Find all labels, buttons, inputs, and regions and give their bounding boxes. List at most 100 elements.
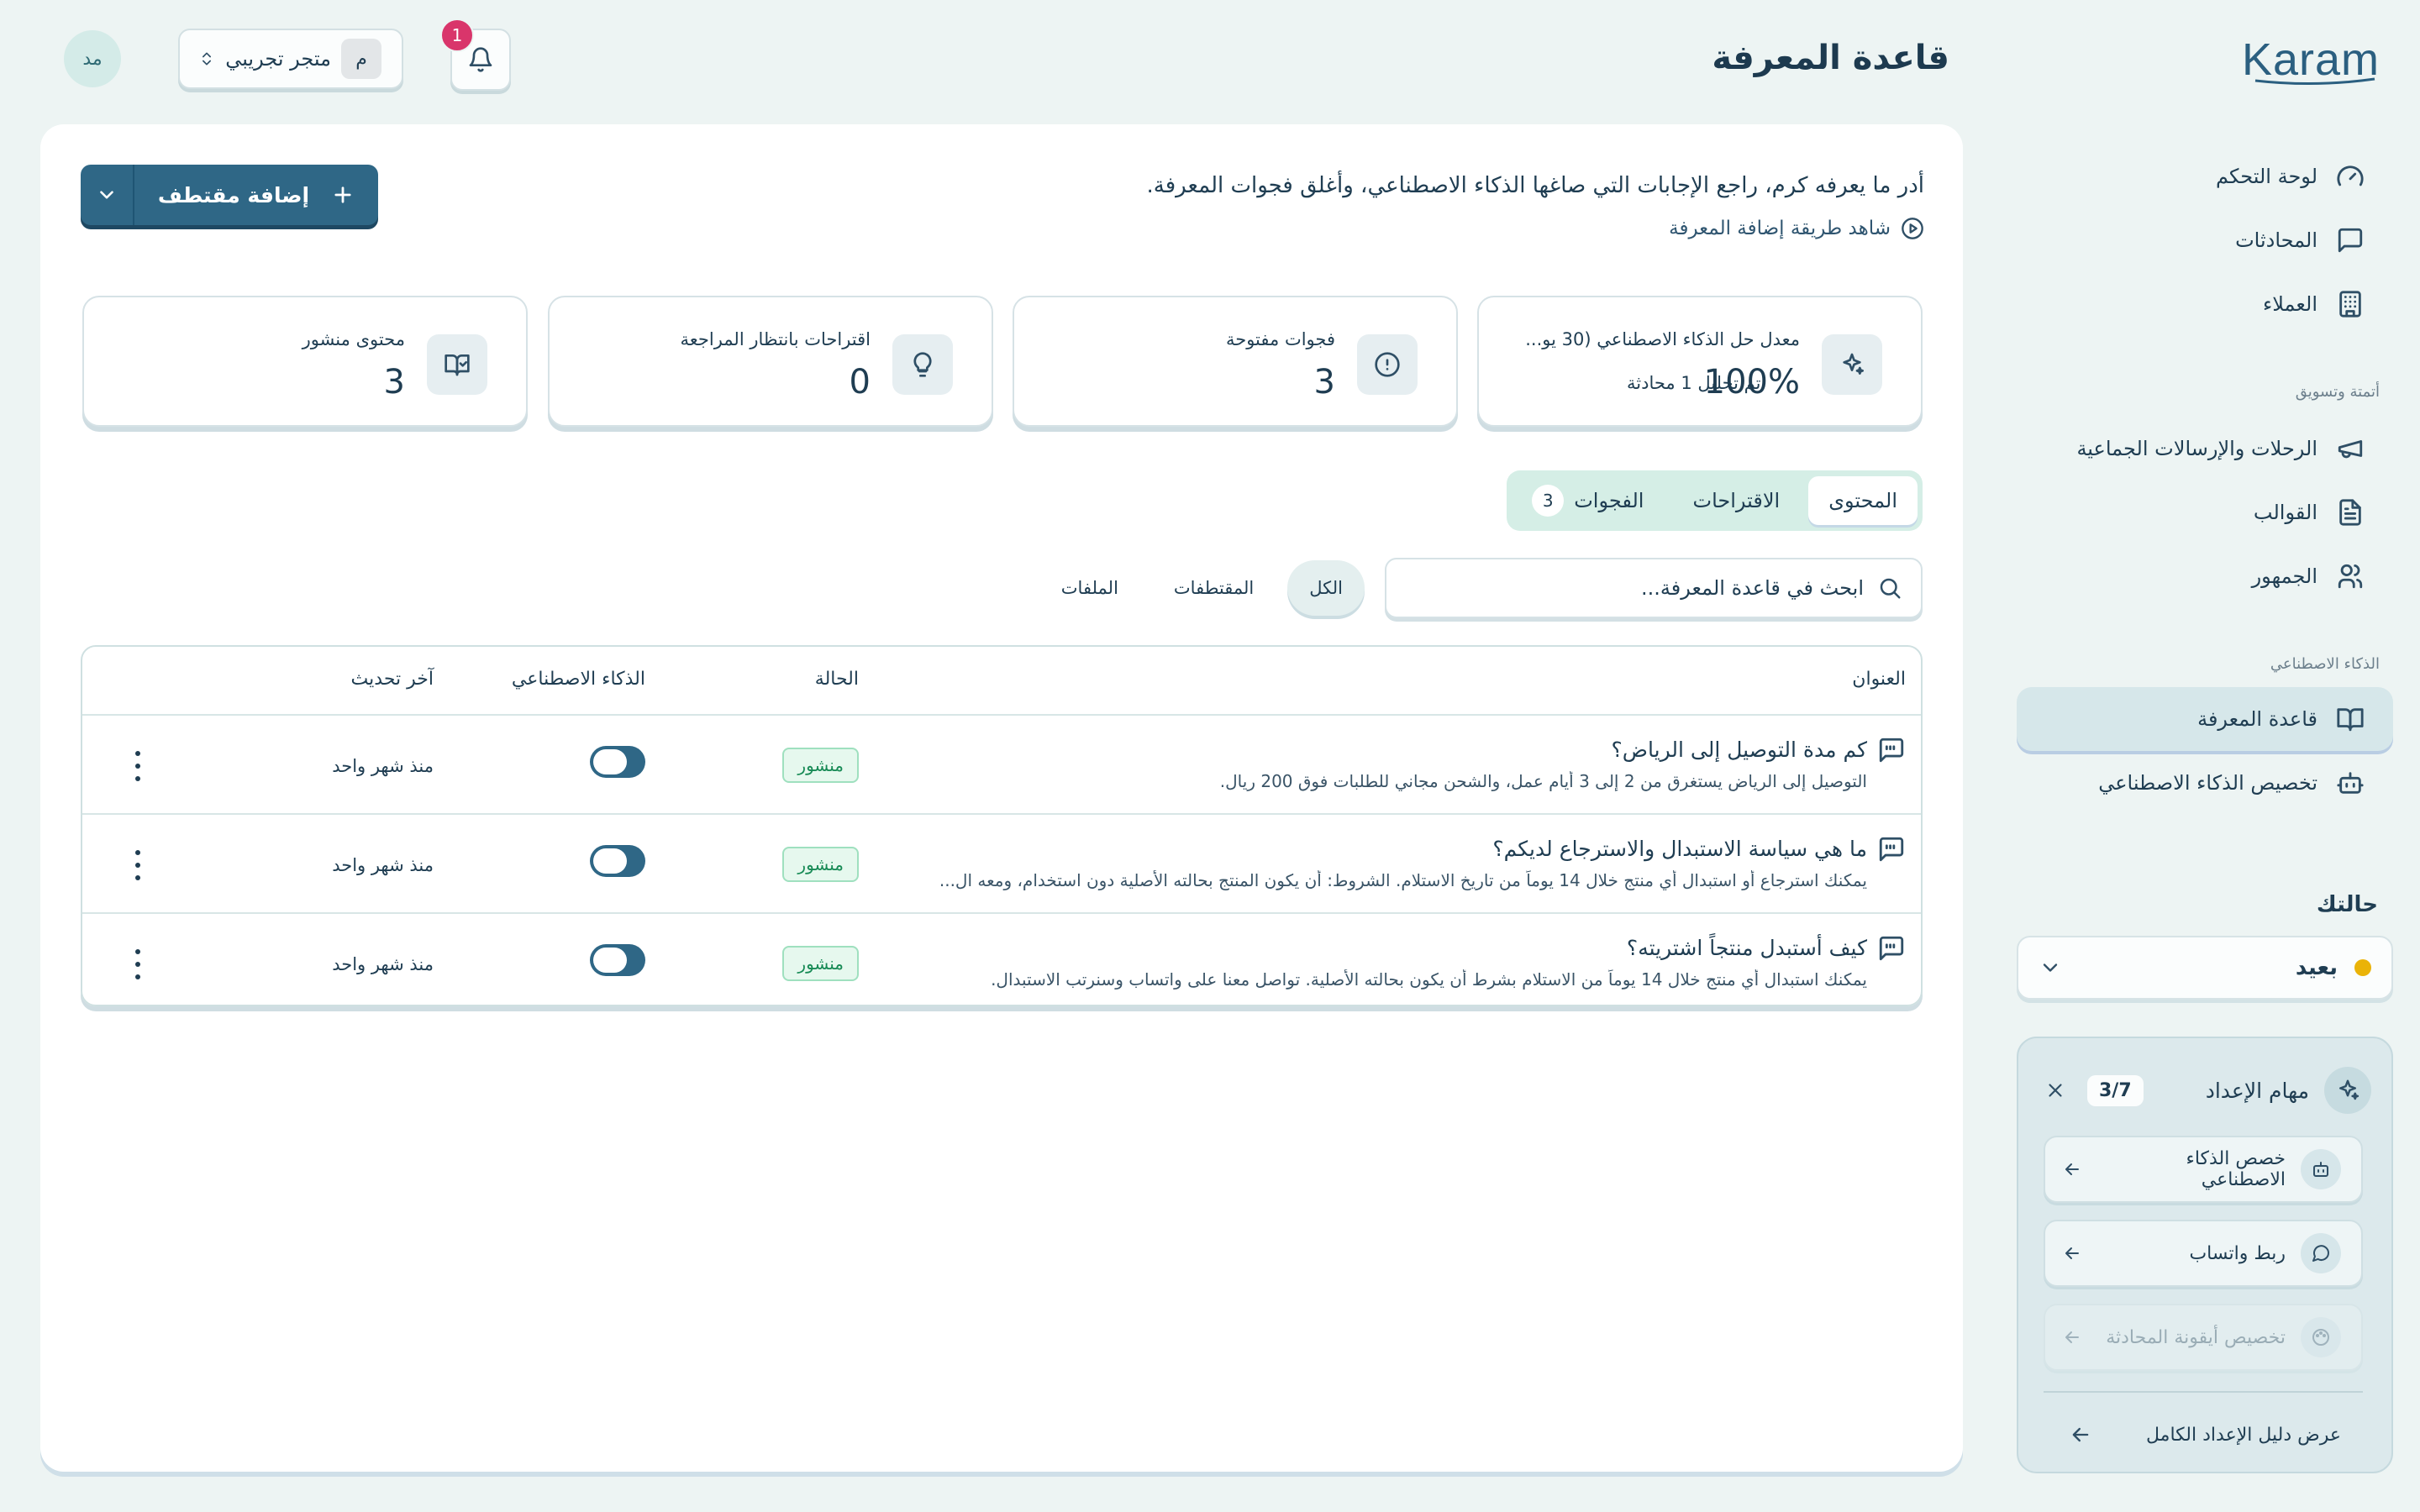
stat-card-ai-resolution: معدل حل الذكاء الاصطناعي (30 يو... 100% … — [1477, 296, 1923, 427]
filter-all[interactable]: الكل — [1287, 560, 1365, 616]
ai-toggle[interactable] — [590, 845, 645, 877]
arrow-left-icon — [2072, 1427, 2089, 1442]
book-check-icon — [427, 334, 487, 395]
users-icon — [2338, 564, 2363, 589]
logo-underline-icon — [2254, 77, 2375, 86]
chevron-down-icon — [100, 191, 113, 199]
bot-icon — [2301, 1149, 2341, 1189]
stat-card-pending-suggestions: اقتراحات بانتظار المراجعة 0 — [548, 296, 993, 427]
row-title[interactable]: ما هي سياسة الاستبدال والاسترجاع لديكم؟ — [1492, 837, 1867, 861]
table-row[interactable]: ما هي سياسة الاستبدال والاسترجاع لديكم؟ … — [82, 815, 1921, 914]
add-snippet-main[interactable]: إضافة مقتطف — [134, 165, 378, 225]
filter-files[interactable]: الملفات — [1039, 560, 1140, 616]
status-select[interactable]: بعيد — [2017, 936, 2393, 1000]
row-title[interactable]: كم مدة التوصيل إلى الرياض؟ — [1612, 738, 1868, 762]
toggle-knob — [593, 749, 627, 774]
palette-icon — [2301, 1317, 2341, 1357]
more-vertical-icon[interactable] — [128, 949, 148, 979]
sidebar-item-customers[interactable]: العملاء — [2017, 272, 2393, 336]
chat-bubble-icon — [2301, 1233, 2341, 1273]
sidebar-item-label: القوالب — [2253, 501, 2317, 524]
sidebar-item-ai-customization[interactable]: تخصيص الذكاء الاصطناعي — [2017, 751, 2393, 815]
table-row[interactable]: كيف أستبدل منتجاً اشتريته؟ يمكنك استبدال… — [82, 914, 1921, 1005]
sidebar-item-templates[interactable]: القوالب — [2017, 480, 2393, 544]
search-box — [1385, 558, 1923, 618]
setup-task-label: ربط واتساب — [2189, 1242, 2286, 1264]
sidebar-item-label: المحادثات — [2235, 228, 2317, 252]
toggle-knob — [593, 848, 627, 874]
table-row[interactable]: كم مدة التوصيل إلى الرياض؟ التوصيل إلى ا… — [82, 716, 1921, 815]
row-description: التوصيل إلى الرياض يستغرق من 2 إلى 3 أيا… — [1219, 771, 1867, 791]
row-updated: منذ شهر واحد — [332, 954, 434, 974]
table-header: العنوان الحالة الذكاء الاصطناعي آخر تحدي… — [82, 647, 1921, 716]
sidebar-item-audience[interactable]: الجمهور — [2017, 544, 2393, 608]
setup-task-label: خصص الذكاء الاصطناعي — [2186, 1148, 2286, 1190]
chat-icon — [2338, 228, 2363, 253]
setup-task-label: تخصيص أيقونة المحادثة — [2106, 1326, 2286, 1348]
setup-full-guide-link[interactable]: عرض دليل الإعداد الكامل — [2069, 1408, 2341, 1462]
sidebar-item-label: الرحلات والإرسالات الجماعية — [2076, 437, 2317, 460]
status-badge: منشور — [782, 748, 859, 783]
store-name: متجر تجريبي — [225, 47, 331, 71]
howto-link[interactable]: شاهد طريقة إضافة المعرفة — [1669, 217, 1924, 240]
arrow-left-icon — [2065, 1247, 2079, 1259]
sidebar-item-dashboard[interactable]: لوحة التحكم — [2017, 144, 2393, 208]
main-card: أدر ما يعرفه كرم، راجع الإجابات التي صاغ… — [40, 124, 1963, 1472]
tab-label: الاقتراحات — [1692, 489, 1781, 512]
more-vertical-icon[interactable] — [128, 751, 148, 781]
search-input[interactable] — [1405, 576, 1864, 600]
status-badge: منشور — [782, 847, 859, 882]
sidebar-item-conversations[interactable]: المحادثات — [2017, 208, 2393, 272]
status-badge: منشور — [782, 946, 859, 981]
document-icon — [2339, 499, 2361, 526]
user-avatar[interactable]: مد — [64, 30, 121, 87]
notification-count-badge: 1 — [440, 18, 474, 52]
setup-footer-label: عرض دليل الإعداد الكامل — [2146, 1424, 2341, 1446]
store-switcher[interactable]: م متجر تجريبي — [178, 29, 403, 89]
knowledge-table: العنوان الحالة الذكاء الاصطناعي آخر تحدي… — [81, 645, 1923, 1006]
message-quote-icon — [1879, 936, 1904, 961]
more-vertical-icon[interactable] — [128, 850, 148, 880]
status-value: بعيد — [2295, 955, 2338, 980]
alert-circle-icon — [1357, 334, 1418, 395]
store-avatar: م — [341, 39, 381, 79]
play-circle-icon — [1902, 218, 1923, 239]
sidebar-item-campaigns[interactable]: الرحلات والإرسالات الجماعية — [2017, 417, 2393, 480]
tab-label: الفجوات — [1574, 489, 1644, 512]
filter-snippets[interactable]: المقتطفات — [1152, 560, 1276, 616]
sidebar-item-label: قاعدة المعرفة — [2197, 707, 2317, 731]
stat-label: اقتراحات بانتظار المراجعة — [680, 329, 871, 349]
sidebar-item-knowledge-base[interactable]: قاعدة المعرفة — [2017, 687, 2393, 751]
column-header-title: العنوان — [1852, 669, 1906, 690]
message-quote-icon — [1879, 837, 1904, 862]
setup-task-chat-icon[interactable]: تخصيص أيقونة المحادثة — [2044, 1304, 2363, 1371]
close-icon[interactable] — [2039, 1074, 2072, 1107]
column-header-status: الحالة — [814, 669, 859, 690]
setup-task-whatsapp[interactable]: ربط واتساب — [2044, 1220, 2363, 1287]
tab-gaps[interactable]: الفجوات 3 — [1512, 476, 1664, 525]
sparkles-icon — [1822, 334, 1882, 395]
status-dot — [2354, 959, 2371, 976]
megaphone-icon — [2338, 440, 2363, 459]
row-title[interactable]: كيف أستبدل منتجاً اشتريته؟ — [1627, 936, 1867, 960]
stat-value: 0 — [849, 363, 871, 402]
sidebar-item-label: لوحة التحكم — [2216, 165, 2317, 188]
add-snippet-dropdown[interactable] — [81, 165, 134, 225]
sidebar-item-label: العملاء — [2262, 292, 2317, 316]
add-snippet-button[interactable]: إضافة مقتطف — [81, 165, 378, 225]
ai-toggle[interactable] — [590, 944, 645, 976]
ai-toggle[interactable] — [590, 746, 645, 778]
intro-text: أدر ما يعرفه كرم، راجع الإجابات التي صاغ… — [1146, 173, 1924, 198]
stat-value: 3 — [383, 363, 405, 402]
tab-suggestions[interactable]: الاقتراحات — [1672, 476, 1800, 525]
tab-content[interactable]: المحتوى — [1808, 476, 1918, 525]
stat-card-open-gaps: فجوات مفتوحة 3 — [1013, 296, 1458, 427]
status-title: حالتك — [2316, 892, 2378, 917]
setup-task-ai[interactable]: خصص الذكاء الاصطناعي — [2044, 1136, 2363, 1203]
search-icon — [1880, 578, 1901, 599]
stat-label: محتوى منشور — [302, 329, 405, 349]
stat-label: فجوات مفتوحة — [1225, 329, 1335, 349]
stat-value: 3 — [1313, 363, 1335, 402]
chevrons-up-down-icon — [203, 52, 212, 66]
type-filters: الكل المقتطفات الملفات — [1039, 558, 1365, 618]
